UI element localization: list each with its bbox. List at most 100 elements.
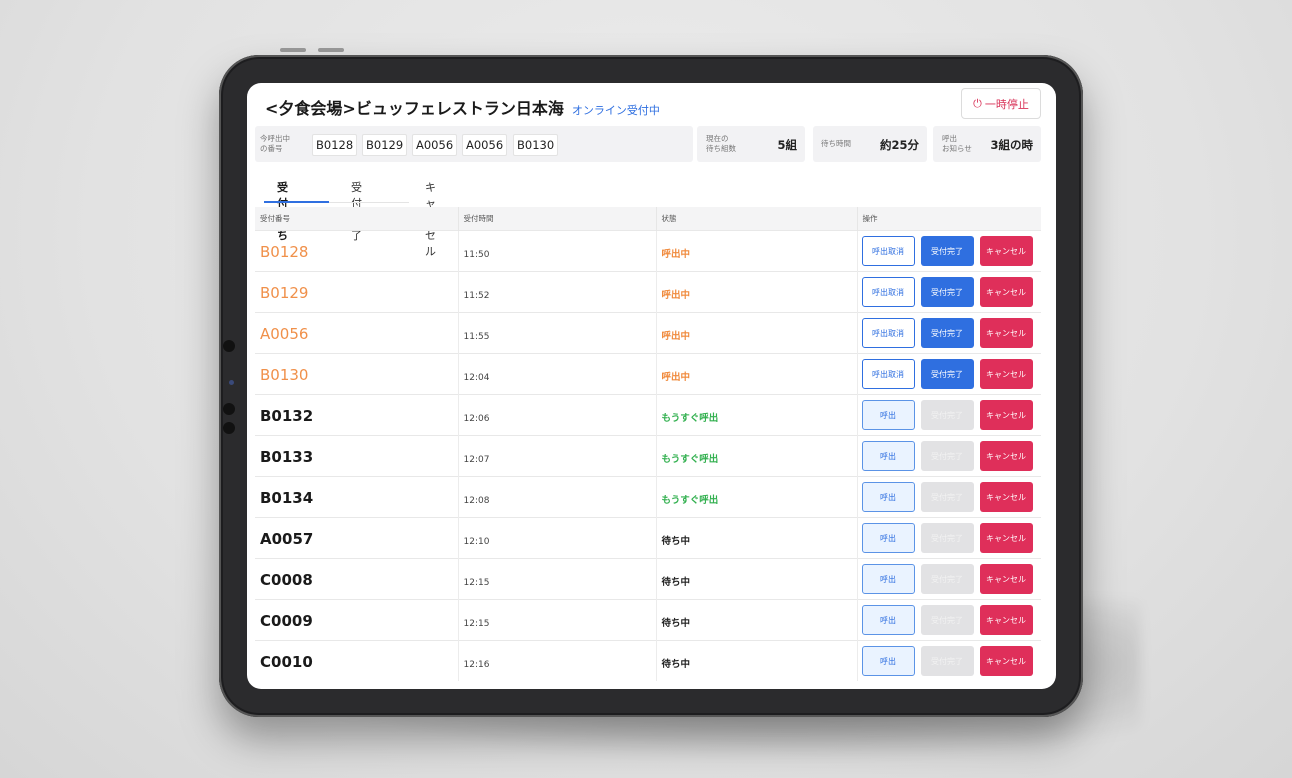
cancel-button[interactable]: キャンセル bbox=[979, 564, 1033, 594]
pause-label: 一時停止 bbox=[984, 97, 1029, 111]
row-actions: 呼出 受付完了 キャンセル bbox=[861, 564, 1042, 594]
notify-label: 呼出 お知らせ bbox=[942, 134, 972, 153]
reception-number: B0133 bbox=[260, 447, 314, 466]
calling-number-chip: B0130 bbox=[513, 134, 559, 156]
call-button[interactable]: 呼出 bbox=[861, 605, 915, 635]
complete-button[interactable]: 受付完了 bbox=[920, 318, 974, 348]
row-actions: 呼出取消 受付完了 キャンセル bbox=[861, 318, 1042, 348]
table-row: B0132 12:06 もうすぐ呼出 呼出 受付完了 キャンセル bbox=[255, 394, 1042, 436]
status-label: 待ち中 bbox=[661, 576, 691, 588]
waiting-groups-value: 5組 bbox=[777, 138, 797, 152]
cancel-button[interactable]: キャンセル bbox=[979, 318, 1033, 348]
cancel-button[interactable]: キャンセル bbox=[979, 482, 1033, 512]
cancel-button[interactable]: キャンセル bbox=[979, 441, 1033, 471]
status-label: 待ち中 bbox=[661, 617, 691, 629]
reception-time: 12:15 bbox=[463, 577, 490, 588]
reception-number: B0130 bbox=[260, 365, 309, 384]
cancel-button[interactable]: キャンセル bbox=[979, 646, 1033, 676]
reception-number: B0134 bbox=[260, 488, 314, 507]
cancel-call-button[interactable]: 呼出取消 bbox=[861, 359, 915, 389]
complete-button: 受付完了 bbox=[920, 564, 974, 594]
complete-button: 受付完了 bbox=[920, 400, 974, 430]
reception-time: 12:10 bbox=[463, 536, 490, 547]
call-button[interactable]: 呼出 bbox=[861, 482, 915, 512]
row-actions: 呼出 受付完了 キャンセル bbox=[861, 523, 1042, 553]
complete-button[interactable]: 受付完了 bbox=[920, 236, 974, 266]
complete-button: 受付完了 bbox=[920, 441, 974, 471]
row-actions: 呼出 受付完了 キャンセル bbox=[861, 441, 1042, 471]
pause-button[interactable]: ⏻ 一時停止 bbox=[961, 88, 1041, 119]
reception-time: 11:50 bbox=[463, 249, 490, 260]
reception-table: 受付番号 受付時間 状態 操作 B0128 11:50 呼出中 呼出取消 受付完了 キャン… bbox=[255, 207, 1041, 681]
row-actions: 呼出 受付完了 キャンセル bbox=[861, 646, 1042, 676]
status-label: もうすぐ呼出 bbox=[661, 412, 719, 424]
volume-button bbox=[280, 48, 306, 52]
app-screen: <夕食会場>ビュッフェレストラン日本海 オンライン受付中 ⏻ 一時停止 今呼出中… bbox=[247, 83, 1056, 689]
status-label: もうすぐ呼出 bbox=[661, 494, 719, 506]
calling-number-chip: B0129 bbox=[362, 134, 408, 156]
call-button[interactable]: 呼出 bbox=[861, 523, 915, 553]
calling-label: 今呼出中 の番号 bbox=[260, 134, 290, 153]
row-actions: 呼出 受付完了 キャンセル bbox=[861, 400, 1042, 430]
wait-time-label: 待ち時間 bbox=[821, 139, 851, 148]
reception-time: 12:06 bbox=[463, 413, 490, 424]
reception-number: C0008 bbox=[260, 570, 313, 589]
status-label: 待ち中 bbox=[661, 658, 691, 670]
reception-status: オンライン受付中 bbox=[571, 104, 660, 117]
reception-time: 12:04 bbox=[463, 372, 490, 383]
cancel-call-button[interactable]: 呼出取消 bbox=[861, 236, 915, 266]
complete-button[interactable]: 受付完了 bbox=[920, 359, 974, 389]
info-bar: 今呼出中 の番号 B0128 B0129 A0056 A0056 B0130 現在… bbox=[255, 126, 1041, 162]
reception-number: B0132 bbox=[260, 406, 314, 425]
call-button[interactable]: 呼出 bbox=[861, 646, 915, 676]
complete-button: 受付完了 bbox=[920, 605, 974, 635]
status-label: 待ち中 bbox=[661, 535, 691, 547]
table-row: B0129 11:52 呼出中 呼出取消 受付完了 キャンセル bbox=[255, 271, 1041, 313]
side-button bbox=[223, 340, 235, 352]
call-button[interactable]: 呼出 bbox=[861, 441, 915, 471]
side-button bbox=[223, 422, 235, 434]
column-header-actions: 操作 bbox=[857, 207, 1041, 231]
cancel-button[interactable]: キャンセル bbox=[979, 236, 1033, 266]
table-row: A0057 12:10 待ち中 呼出 受付完了 キャンセル bbox=[255, 517, 1042, 559]
table-row: B0134 12:08 もうすぐ呼出 呼出 受付完了 キャンセル bbox=[255, 476, 1042, 518]
table-row: B0128 11:50 呼出中 呼出取消 受付完了 キャンセル bbox=[255, 230, 1041, 272]
page-title: <夕食会場>ビュッフェレストラン日本海 bbox=[265, 99, 564, 118]
camera bbox=[229, 380, 234, 385]
wait-time-value: 約25分 bbox=[879, 138, 919, 152]
wait-time-box: 待ち時間 約25分 bbox=[813, 126, 927, 162]
cancel-button[interactable]: キャンセル bbox=[979, 605, 1033, 635]
reception-number: B0129 bbox=[260, 283, 309, 302]
reception-number: C0010 bbox=[260, 652, 313, 671]
cancel-call-button[interactable]: 呼出取消 bbox=[861, 277, 915, 307]
cancel-call-button[interactable]: 呼出取消 bbox=[861, 318, 915, 348]
waiting-groups-label: 現在の 待ち組数 bbox=[706, 134, 736, 153]
complete-button: 受付完了 bbox=[920, 646, 974, 676]
status-label: 呼出中 bbox=[661, 248, 691, 260]
call-button[interactable]: 呼出 bbox=[861, 400, 915, 430]
calling-number-chip: B0128 bbox=[312, 134, 358, 156]
call-button[interactable]: 呼出 bbox=[861, 564, 915, 594]
cancel-button[interactable]: キャンセル bbox=[979, 277, 1033, 307]
reception-number: A0056 bbox=[260, 324, 309, 343]
status-label: 呼出中 bbox=[661, 289, 691, 301]
table-header-row: 受付番号 受付時間 状態 操作 bbox=[255, 207, 1041, 231]
waiting-groups-box: 現在の 待ち組数 5組 bbox=[697, 126, 805, 162]
table-row: A0056 11:55 呼出中 呼出取消 受付完了 キャンセル bbox=[255, 312, 1042, 354]
table-row: C0008 12:15 待ち中 呼出 受付完了 キャンセル bbox=[255, 558, 1042, 600]
reception-time: 12:16 bbox=[463, 659, 490, 670]
cancel-button[interactable]: キャンセル bbox=[979, 523, 1033, 553]
cancel-button[interactable]: キャンセル bbox=[979, 400, 1033, 430]
row-actions: 呼出 受付完了 キャンセル bbox=[861, 605, 1042, 635]
calling-number-chip: A0056 bbox=[462, 134, 508, 156]
status-label: もうすぐ呼出 bbox=[661, 453, 719, 465]
table-row: B0130 12:04 呼出中 呼出取消 受付完了 キャンセル bbox=[255, 353, 1041, 395]
complete-button: 受付完了 bbox=[920, 523, 974, 553]
cancel-button[interactable]: キャンセル bbox=[979, 359, 1033, 389]
row-actions: 呼出 受付完了 キャンセル bbox=[861, 482, 1042, 512]
reception-number: C0009 bbox=[260, 611, 313, 630]
reception-time: 12:15 bbox=[463, 618, 490, 629]
reception-number: B0128 bbox=[260, 242, 309, 261]
tab-divider bbox=[329, 202, 409, 203]
complete-button[interactable]: 受付完了 bbox=[920, 277, 974, 307]
